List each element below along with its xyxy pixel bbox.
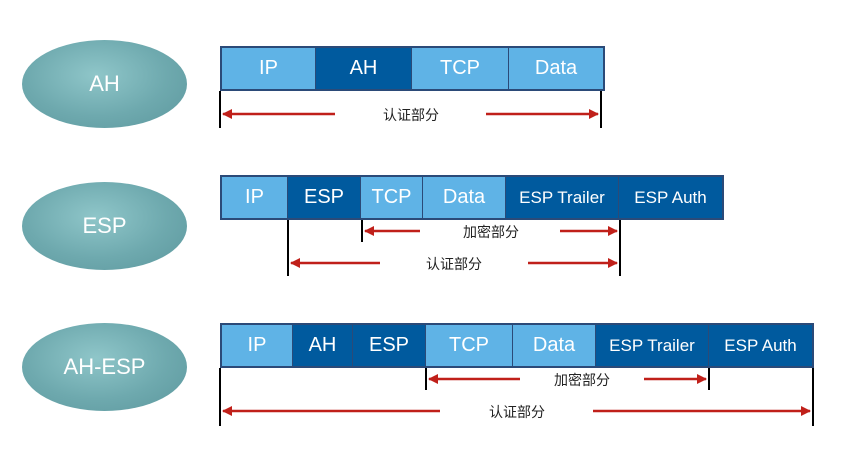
range-label-auth: 认证部分 xyxy=(426,256,482,272)
range-arrows xyxy=(219,91,814,426)
range-label-encrypt: 加密部分 xyxy=(463,224,519,240)
range-label-auth: 认证部分 xyxy=(489,404,545,420)
range-label-auth: 认证部分 xyxy=(383,107,439,123)
range-label-encrypt: 加密部分 xyxy=(554,372,610,388)
